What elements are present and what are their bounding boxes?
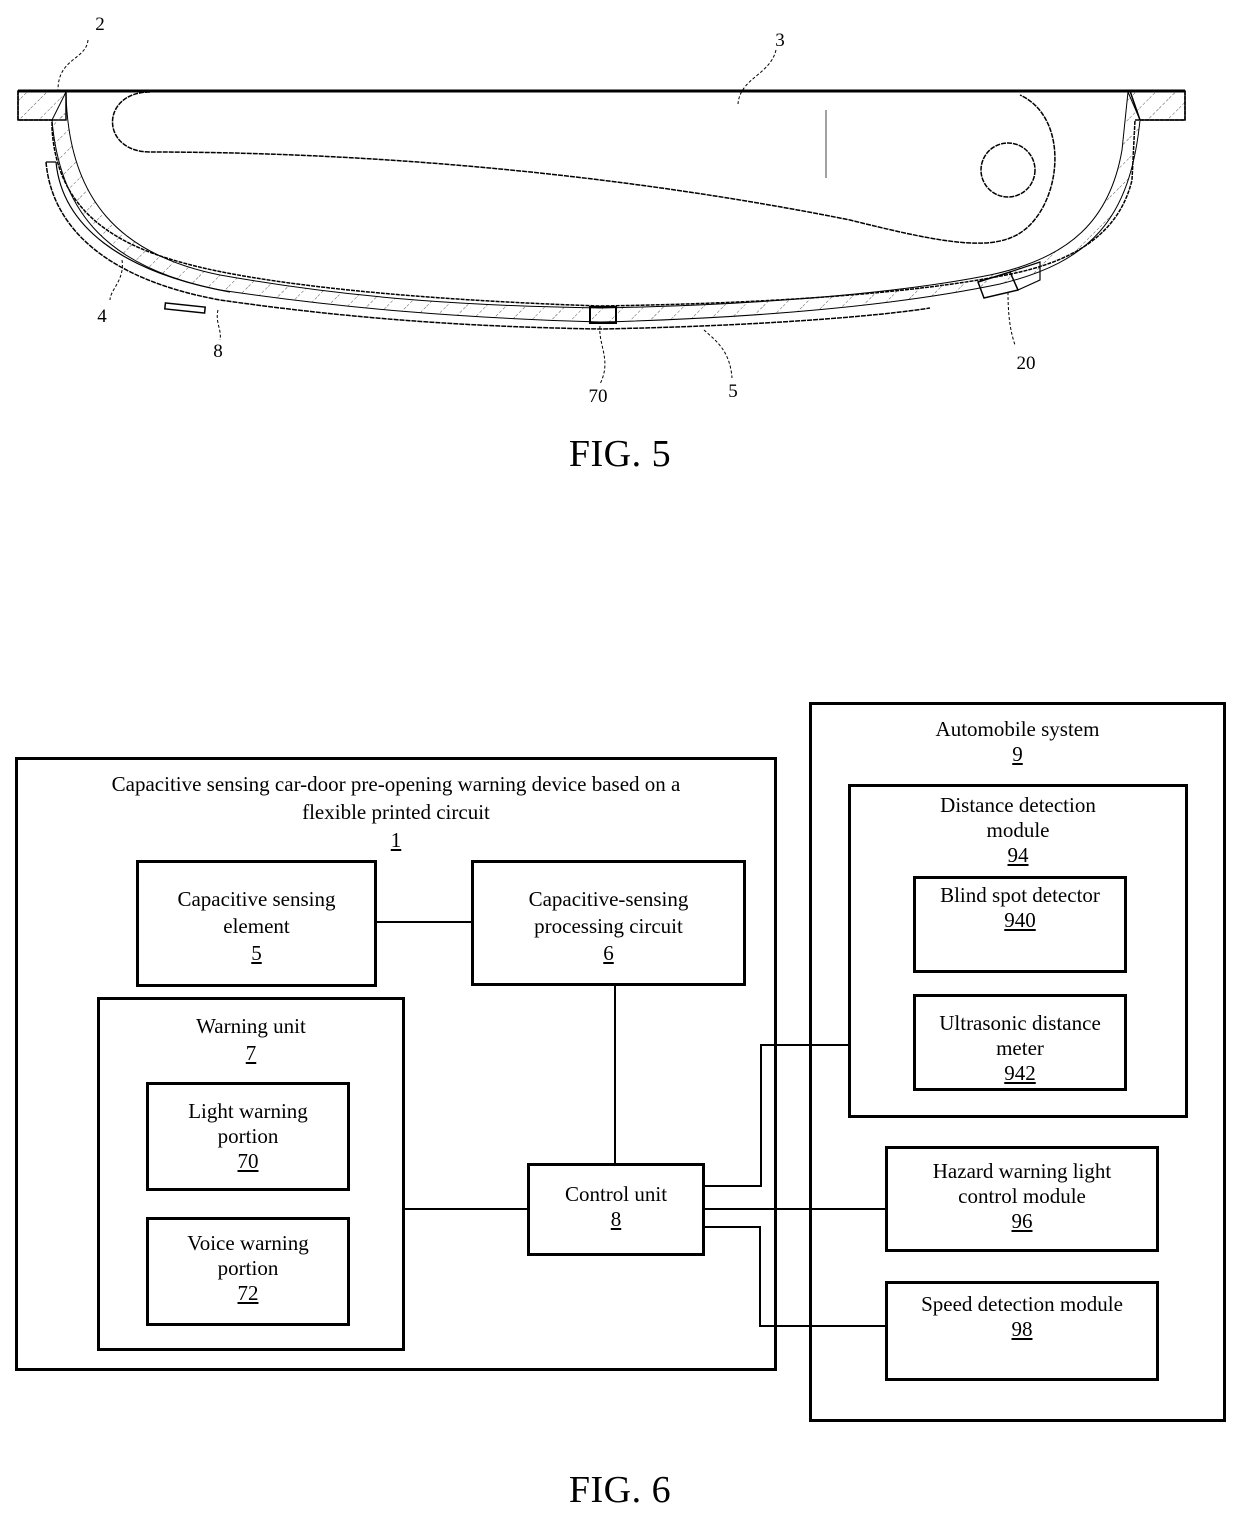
ultrasonic-number: 942: [1004, 1061, 1036, 1085]
hazard-module-number: 96: [1011, 1209, 1033, 1233]
ref-label-3: 3: [775, 30, 785, 51]
distance-module-line1: Distance detection: [940, 793, 1096, 817]
warning-unit-label: Warning unit: [196, 1014, 306, 1038]
light-warning-number: 70: [237, 1149, 259, 1173]
light-warning-portion-box: Light warning portion 70: [146, 1082, 350, 1191]
sensing-element-line2: element: [223, 914, 290, 938]
control-unit-number: 8: [610, 1207, 622, 1231]
ref-label-4: 4: [97, 306, 107, 327]
ref-label-70: 70: [589, 386, 608, 407]
processing-circuit-line2: processing circuit: [534, 914, 683, 938]
control-unit-box: Control unit 8: [527, 1163, 705, 1256]
distance-module-number: 94: [1007, 843, 1029, 867]
blind-spot-label: Blind spot detector: [940, 883, 1100, 907]
ref-label-20: 20: [1017, 353, 1036, 374]
hazard-module-line1: Hazard warning light: [932, 1159, 1112, 1183]
hazard-module-line2: control module: [958, 1184, 1086, 1208]
device-number: 1: [390, 828, 402, 852]
light-warning-line2: portion: [217, 1124, 279, 1148]
door-handle-frame: [17, 89, 1186, 330]
blind-spot-number: 940: [1004, 908, 1036, 932]
voice-warning-line1: Voice warning: [187, 1231, 309, 1255]
control-unit-label: Control unit: [564, 1182, 668, 1206]
sensing-element-number: 5: [251, 941, 262, 965]
speed-module-number: 98: [1011, 1317, 1033, 1341]
device-title-line2: flexible printed circuit: [302, 800, 490, 824]
handle-lever: [111, 91, 1056, 244]
voice-warning-number: 72: [237, 1281, 259, 1305]
capacitive-sensing-element-box: Capacitive sensing element 5: [136, 860, 377, 987]
fig5-caption: FIG. 5: [568, 433, 672, 475]
voice-warning-line2: portion: [217, 1256, 279, 1280]
ultrasonic-line1: Ultrasonic distance: [939, 1011, 1101, 1035]
fig6-caption: FIG. 6: [568, 1469, 672, 1511]
speed-module-label: Speed detection module: [921, 1292, 1123, 1316]
voice-warning-portion-box: Voice warning portion 72: [146, 1217, 350, 1326]
automobile-system-number: 9: [1012, 742, 1023, 766]
ref-label-5: 5: [728, 381, 738, 402]
device-title-line1: Capacitive sensing car-door pre-opening …: [111, 772, 681, 796]
ref-label-8: 8: [213, 341, 223, 362]
warning-unit-number: 7: [245, 1041, 257, 1065]
distance-module-line2: module: [986, 818, 1050, 842]
blind-spot-detector-box: Blind spot detector 940: [913, 876, 1127, 973]
ref-label-2: 2: [95, 14, 105, 35]
sensing-element-line1: Capacitive sensing: [177, 887, 336, 911]
fig6-block-diagram: Capacitive sensing car-door pre-opening …: [0, 690, 1240, 1450]
ultrasonic-distance-meter-box: Ultrasonic distance meter 942: [913, 994, 1127, 1091]
automobile-system-label: Automobile system: [935, 717, 1100, 741]
speed-detection-module-box: Speed detection module 98: [885, 1281, 1159, 1381]
light-warning-line1: Light warning: [188, 1099, 308, 1123]
processing-circuit-line1: Capacitive-sensing: [528, 887, 689, 911]
processing-circuit-box: Capacitive-sensing processing circuit 6: [471, 860, 746, 986]
hazard-warning-light-module-box: Hazard warning light control module 96: [885, 1146, 1159, 1252]
processing-circuit-number: 6: [603, 941, 614, 965]
fig5-cross-section-drawing: 2 3 4 8 70 5 20: [17, 14, 1186, 407]
ultrasonic-line2: meter: [996, 1036, 1044, 1060]
